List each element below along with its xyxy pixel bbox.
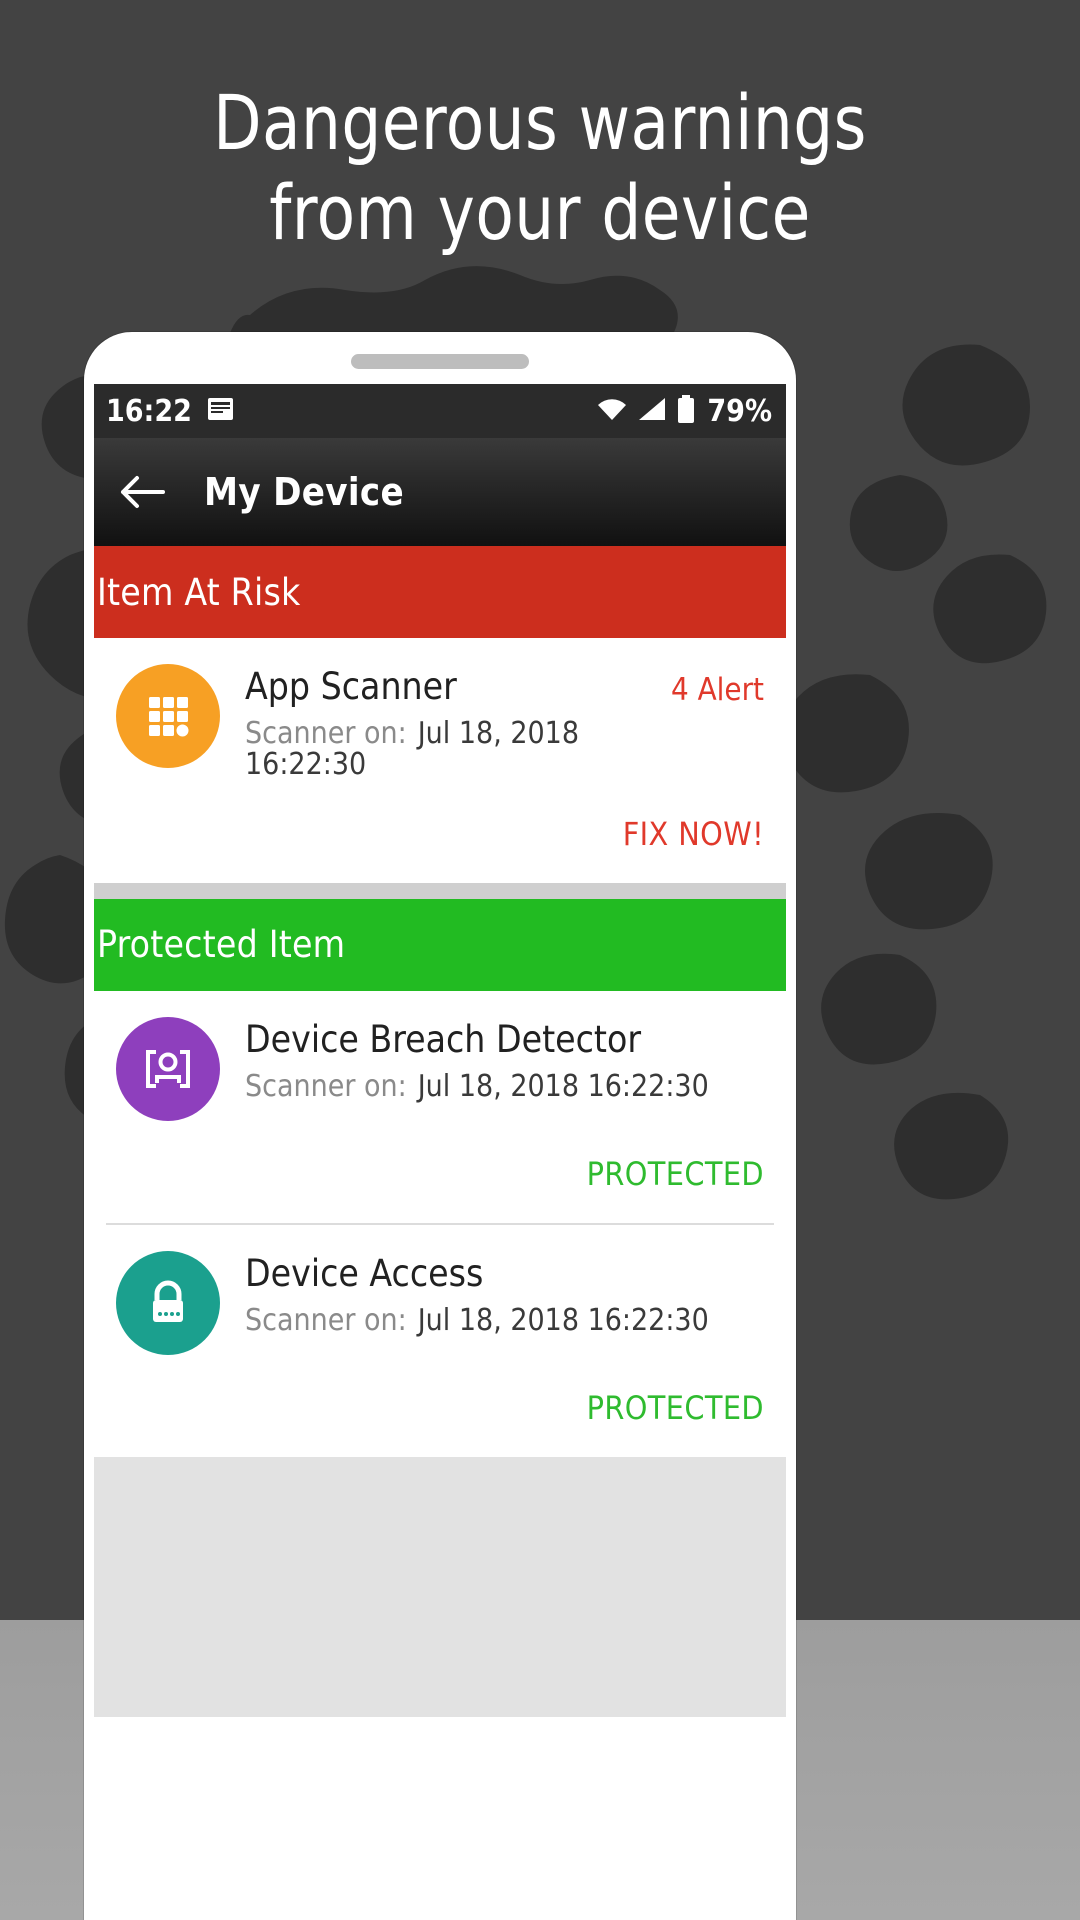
protected-status-label: PROTECTED xyxy=(586,1388,764,1427)
card-device-breach-detector[interactable]: Device Breach Detector Scanner on: Jul 18… xyxy=(94,990,786,1223)
promo-headline: Dangerous warnings from your device xyxy=(43,78,1037,258)
item-title: App Scanner xyxy=(245,665,457,708)
alert-count-badge: 4 Alert xyxy=(671,672,764,708)
scanner-timestamp: Jul 18, 2018 16:22:30 xyxy=(417,1068,709,1104)
back-arrow-icon[interactable] xyxy=(116,466,168,518)
section-divider-gap xyxy=(94,882,786,899)
status-bar: 16:22 79% xyxy=(94,384,786,438)
card-device-access[interactable]: Device Access Scanner on: Jul 18, 2018 16… xyxy=(94,1224,786,1457)
phone-screen: 16:22 79% My Device Item At Risk App Sca… xyxy=(94,384,786,1920)
status-time: 16:22 xyxy=(106,393,192,429)
section-header-protected-item: Protected Item xyxy=(94,898,786,991)
phone-mockup: 16:22 79% My Device Item At Risk App Sca… xyxy=(84,332,796,1920)
section-header-item-at-risk: Item At Risk xyxy=(94,546,786,638)
list-item: App Scanner Scanner on: Jul 18, 2018 16:2… xyxy=(94,638,786,781)
action-bar: My Device xyxy=(94,438,786,546)
headline-line-2: from your device xyxy=(269,168,811,257)
scanner-timestamp: Jul 18, 2018 16:22:30 xyxy=(417,1302,709,1338)
battery-percent: 79% xyxy=(707,393,772,429)
app-grid-icon xyxy=(116,664,220,768)
status-bar-left: 16:22 xyxy=(106,394,236,429)
item-subtitle: Scanner on: Jul 18, 2018 16:22:30 xyxy=(245,1302,764,1338)
card-app-scanner[interactable]: App Scanner Scanner on: Jul 18, 2018 16:2… xyxy=(94,638,786,883)
padlock-icon xyxy=(116,1250,220,1355)
status-bar-right: 79% xyxy=(596,394,772,429)
signal-bars-icon xyxy=(637,396,667,427)
battery-full-icon xyxy=(676,394,696,429)
headline-line-1: Dangerous warnings xyxy=(213,78,867,167)
list-item: Device Access Scanner on: Jul 18, 2018 16… xyxy=(94,1225,786,1355)
scanner-label: Scanner on: xyxy=(245,1068,407,1104)
scanner-label: Scanner on: xyxy=(245,715,407,751)
wifi-icon xyxy=(596,396,628,427)
fix-now-button[interactable]: FIX NOW! xyxy=(623,815,764,853)
person-scan-icon xyxy=(116,1016,220,1121)
item-title: Device Breach Detector xyxy=(245,1017,642,1061)
list-item: Device Breach Detector Scanner on: Jul 18… xyxy=(94,991,786,1121)
item-subtitle: Scanner on: Jul 18, 2018 16:22:30 xyxy=(245,718,671,781)
item-title: Device Access xyxy=(245,1251,484,1295)
protected-status-label: PROTECTED xyxy=(586,1154,764,1193)
content-empty-area xyxy=(94,1456,786,1717)
phone-speaker-grille xyxy=(351,354,529,369)
item-subtitle: Scanner on: Jul 18, 2018 16:22:30 xyxy=(245,1068,764,1104)
page-title: My Device xyxy=(204,470,404,514)
news-card-icon xyxy=(206,395,236,428)
scanner-label: Scanner on: xyxy=(245,1302,407,1338)
